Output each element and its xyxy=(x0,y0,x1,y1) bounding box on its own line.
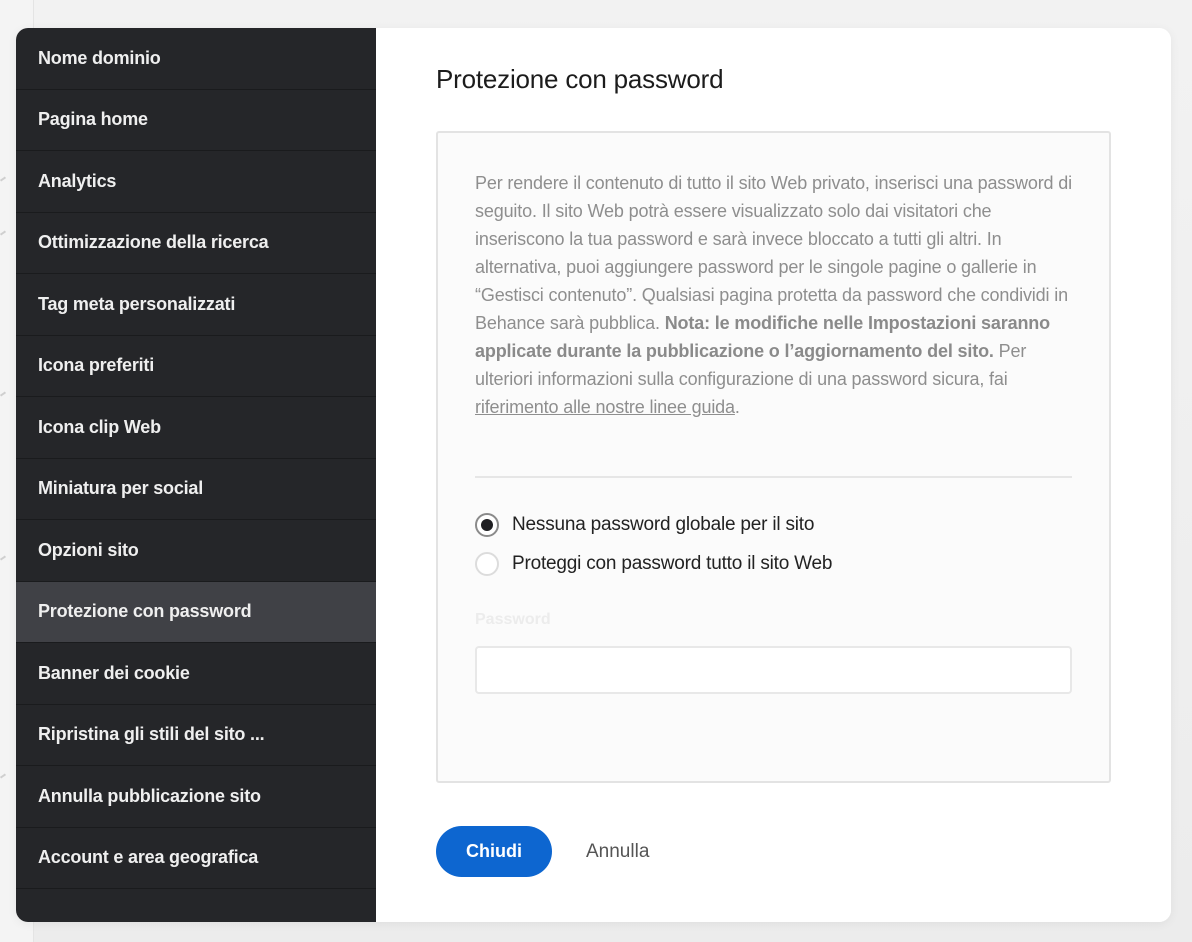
sidebar-item-webclip-icon[interactable]: Icona clip Web xyxy=(16,397,376,459)
password-label: Password xyxy=(475,611,551,628)
radio-label: Nessuna password globale per il sito xyxy=(512,514,815,535)
sidebar-item-password-protection[interactable]: Protezione con password xyxy=(16,581,376,643)
description-text: Per rendere il contenuto di tutto il sit… xyxy=(475,169,1075,421)
sidebar-item-label: Miniatura per social xyxy=(38,478,204,499)
description-end: . xyxy=(734,397,740,417)
sidebar-item-nome-dominio[interactable]: Nome dominio xyxy=(16,28,376,90)
sidebar-item-label: Banner dei cookie xyxy=(38,662,190,683)
radio-button-checked[interactable] xyxy=(475,513,499,537)
sidebar-item-unpublish-site[interactable]: Annulla pubblicazione sito xyxy=(16,766,376,828)
sidebar-item-pagina-home[interactable]: Pagina home xyxy=(16,90,376,151)
settings-dialog: Nome dominio Pagina home Analytics Ottim… xyxy=(16,28,1171,922)
sidebar-item-label: Opzioni sito xyxy=(38,539,139,560)
radio-button-unchecked[interactable] xyxy=(475,552,499,576)
sidebar-item-cookie-banner[interactable]: Banner dei cookie xyxy=(16,643,376,705)
background-tick xyxy=(0,230,7,236)
sidebar-item-label: Icona preferiti xyxy=(38,355,155,376)
sidebar-item-label: Ripristina gli stili del sito ... xyxy=(38,724,265,745)
sidebar-item-label: Ottimizzazione della ricerca xyxy=(38,232,269,253)
background-tick xyxy=(0,773,7,779)
sidebar-item-label: Protezione con password xyxy=(38,601,252,622)
sidebar-item-account-region[interactable]: Account e area geografica xyxy=(16,828,376,889)
sidebar-item-label: Icona clip Web xyxy=(38,416,161,437)
sidebar-item-meta-tags[interactable]: Tag meta personalizzati xyxy=(16,274,376,336)
sidebar-item-label: Tag meta personalizzati xyxy=(38,293,236,314)
settings-sidebar: Nome dominio Pagina home Analytics Ottim… xyxy=(16,28,376,922)
sidebar-item-seo[interactable]: Ottimizzazione della ricerca xyxy=(16,213,376,274)
sidebar-item-label: Annulla pubblicazione sito xyxy=(38,785,261,806)
page-title: Protezione con password xyxy=(436,64,724,94)
sidebar-item-reset-styles[interactable]: Ripristina gli stili del sito ... xyxy=(16,705,376,766)
background-tick xyxy=(0,555,7,561)
sidebar-item-label: Nome dominio xyxy=(38,47,161,68)
radio-option-protect-site[interactable]: Proteggi con password tutto il sito Web xyxy=(475,552,832,576)
radio-option-no-password[interactable]: Nessuna password globale per il sito xyxy=(475,513,814,537)
sidebar-item-label: Analytics xyxy=(38,170,117,191)
password-settings-panel: Per rendere il contenuto di tutto il sit… xyxy=(436,131,1111,783)
sidebar-item-social-thumbnail[interactable]: Miniatura per social xyxy=(16,459,376,520)
sidebar-item-label: Account e area geografica xyxy=(38,847,259,868)
cancel-button[interactable]: Annulla xyxy=(586,826,649,877)
divider xyxy=(475,476,1072,478)
sidebar-item-label: Pagina home xyxy=(38,109,148,130)
guidelines-link[interactable]: riferimento alle nostre linee guida xyxy=(475,397,735,417)
close-button[interactable]: Chiudi xyxy=(436,826,552,877)
description-part1: Per rendere il contenuto di tutto il sit… xyxy=(475,173,1072,333)
radio-label: Proteggi con password tutto il sito Web xyxy=(512,553,833,574)
sidebar-item-favicon[interactable]: Icona preferiti xyxy=(16,336,376,397)
sidebar-item-site-options[interactable]: Opzioni sito xyxy=(16,520,376,582)
background-tick xyxy=(0,391,7,397)
sidebar-item-analytics[interactable]: Analytics xyxy=(16,151,376,213)
settings-content: Protezione con password Per rendere il c… xyxy=(376,28,1171,922)
password-input[interactable] xyxy=(475,646,1072,694)
background-tick xyxy=(0,176,7,182)
